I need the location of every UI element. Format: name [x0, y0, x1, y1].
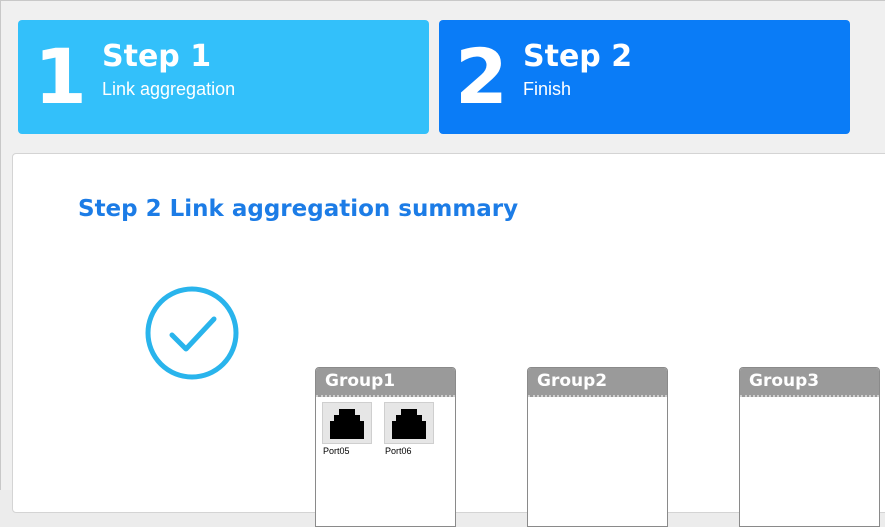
port-06[interactable]: Port06 — [384, 402, 436, 456]
ethernet-port-icon — [384, 402, 434, 444]
step-1-title: Step 1 — [102, 39, 212, 74]
step-2-subtitle: Finish — [523, 79, 572, 99]
port-05[interactable]: Port05 — [322, 402, 374, 456]
group-3-box: Group3 — [739, 367, 880, 527]
step-2-tab[interactable]: 2 Step 2 Finish — [439, 20, 850, 134]
summary-panel: Step 2 Link aggregation summary Group1 P… — [12, 153, 885, 527]
group-2-header: Group2 — [528, 368, 667, 397]
ethernet-port-icon — [322, 402, 372, 444]
group-2-box: Group2 — [527, 367, 668, 527]
group-3-header: Group3 — [740, 368, 879, 397]
wizard-window: 1 Step 1 Link aggregation 2 Step 2 Finis… — [0, 0, 885, 527]
step-1-subtitle: Link aggregation — [102, 79, 236, 99]
step-1-number: 1 — [34, 32, 87, 121]
step-2-number: 2 — [455, 32, 508, 121]
step-1-tab[interactable]: 1 Step 1 Link aggregation — [18, 20, 429, 134]
port-label: Port05 — [323, 446, 350, 456]
step-2-title: Step 2 — [523, 39, 633, 74]
summary-title: Step 2 Link aggregation summary — [78, 196, 519, 222]
check-circle-icon — [145, 286, 239, 380]
group-1-box: Group1 Port05 Port06 — [315, 367, 456, 527]
port-label: Port06 — [385, 446, 412, 456]
group-1-header: Group1 — [316, 368, 455, 397]
